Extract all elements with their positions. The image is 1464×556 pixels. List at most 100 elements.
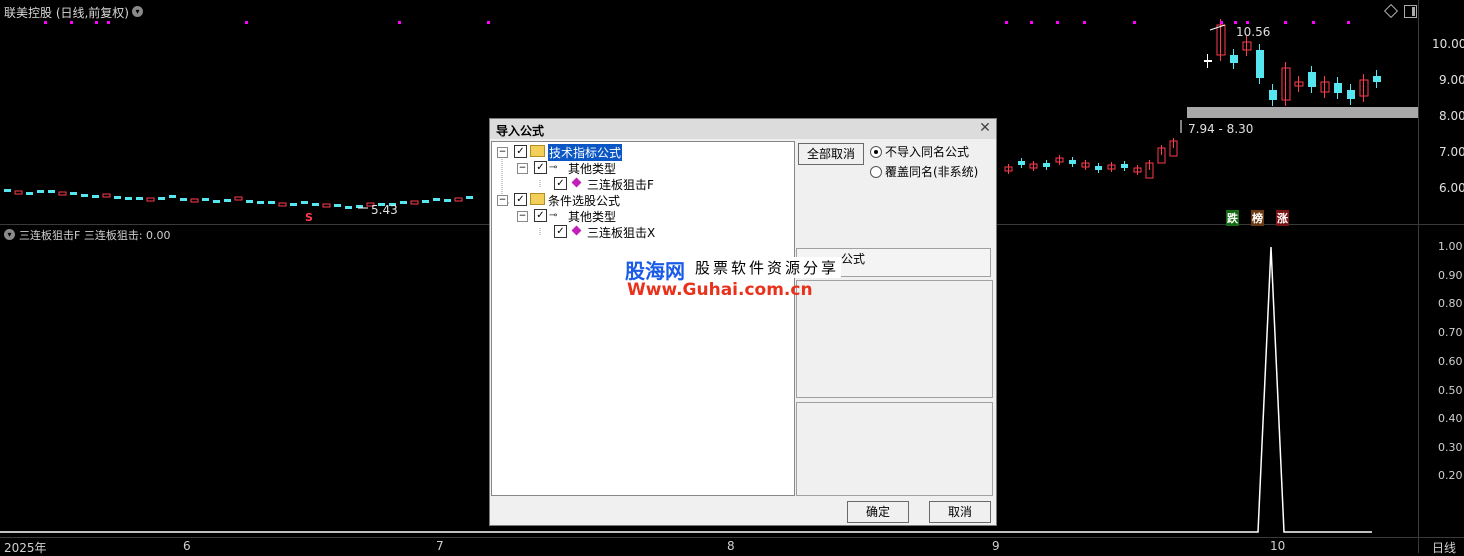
date-tick: 10 (1270, 539, 1286, 553)
checkbox-checked[interactable]: ✓ (534, 161, 547, 174)
radio-overwrite-label: 覆盖同名(非系统) (885, 165, 979, 179)
signal-marker: S (305, 211, 313, 224)
indicator-tick: 0.60 (1438, 355, 1463, 368)
candle (301, 201, 308, 204)
collapse-icon[interactable]: − (517, 163, 528, 174)
signal-dot (1246, 21, 1249, 24)
radio-dot (874, 150, 878, 154)
folder-icon (530, 145, 545, 157)
candle (454, 197, 463, 202)
tree-node-label: 技术指标公式 (548, 144, 623, 161)
candle (1230, 55, 1238, 63)
key-icon: ⊸ (549, 162, 558, 173)
tag-rise[interactable]: 涨 (1276, 210, 1289, 226)
signal-dot (487, 21, 490, 24)
signal-dot (1005, 21, 1008, 24)
tree-node-label: 三连板狙击F (587, 178, 654, 192)
candle (146, 197, 155, 202)
radio-skip-label: 不导入同名公式 (885, 145, 970, 159)
radio-skip-duplicate[interactable] (870, 146, 882, 158)
indicator-tick: 0.30 (1438, 441, 1463, 454)
collapse-icon[interactable]: − (497, 195, 508, 206)
watermark-slogan: 股票软件资源分享 (693, 257, 842, 278)
candle (81, 194, 88, 197)
radio-overwrite[interactable] (870, 166, 882, 178)
date-tick: 7 (436, 539, 444, 553)
candle (158, 197, 165, 200)
price-tick: 10.00 (1432, 37, 1464, 51)
signal-dot (1284, 21, 1287, 24)
candle (257, 201, 264, 204)
signal-dot (1312, 21, 1315, 24)
signal-dot (1347, 21, 1350, 24)
signal-dot (1030, 21, 1033, 24)
candle (322, 203, 331, 208)
candle (444, 199, 451, 202)
date-axis-line (0, 537, 1464, 538)
tree-node-label: 其他类型 (568, 210, 617, 224)
date-tick: 2025年 (4, 541, 47, 555)
close-icon[interactable]: ✕ (978, 121, 992, 135)
checkbox-checked[interactable]: ✓ (514, 145, 527, 158)
candle (290, 203, 297, 206)
candle (1308, 72, 1316, 87)
axis-divider (1418, 0, 1419, 553)
signal-dot (95, 21, 98, 24)
candle (48, 190, 55, 193)
candle (224, 199, 231, 202)
date-tick: 9 (992, 539, 1000, 553)
checkbox-checked[interactable]: ✓ (554, 225, 567, 238)
candle (1269, 90, 1277, 100)
candle (1204, 60, 1212, 62)
candle (1256, 50, 1264, 78)
checkbox-checked[interactable]: ✓ (514, 193, 527, 206)
signal-dot (44, 21, 47, 24)
price-range-bar (1187, 107, 1418, 118)
formula-desc-panel (796, 402, 993, 496)
tree-node-label: 其他类型 (568, 162, 617, 176)
formula-label: 公式 (841, 252, 866, 266)
price-tick: 7.00 (1439, 145, 1464, 159)
indicator-tick: 0.80 (1438, 297, 1463, 310)
date-tick: 6 (183, 539, 191, 553)
price-tick: 8.00 (1439, 109, 1464, 123)
candle (400, 201, 407, 204)
uncheck-all-button[interactable]: 全部取消 (798, 143, 864, 165)
tag-list[interactable]: 榜 (1251, 210, 1264, 226)
candle (58, 191, 67, 196)
collapse-icon[interactable]: − (517, 211, 528, 222)
ok-button[interactable]: 确定 (847, 501, 909, 523)
signal-dot (1220, 21, 1223, 24)
candle (278, 202, 287, 207)
candle (246, 200, 253, 203)
checkbox-checked[interactable]: ✓ (534, 209, 547, 222)
signal-dot (1234, 21, 1237, 24)
signal-dot (1133, 21, 1136, 24)
period-label[interactable]: 日线 (1432, 539, 1456, 556)
candle (202, 198, 209, 201)
candle (169, 195, 176, 198)
cancel-button[interactable]: 取消 (929, 501, 991, 523)
collapse-icon[interactable]: − (497, 147, 508, 158)
import-formula-dialog: 导入公式 ✕ − ✓ 技术指标公式 − ✓ ⊸ 其他类型 ✓ 三连板狙击F − … (489, 118, 997, 526)
indicator-tick: 0.90 (1438, 269, 1463, 282)
candle (180, 198, 187, 201)
candle (422, 200, 429, 203)
checkbox-checked[interactable]: ✓ (554, 177, 567, 190)
candle (1347, 90, 1355, 99)
price-tick: 6.00 (1439, 181, 1464, 195)
candle (1373, 76, 1381, 82)
candle (102, 193, 111, 198)
formula-tree[interactable]: − ✓ 技术指标公式 − ✓ ⊸ 其他类型 ✓ 三连板狙击F − ✓ 条件选股公… (491, 141, 795, 496)
signal-dot (107, 21, 110, 24)
signal-dot (398, 21, 401, 24)
candle (125, 197, 132, 200)
indicator-tick: 0.50 (1438, 384, 1463, 397)
candle (4, 189, 11, 192)
candle (1334, 83, 1342, 93)
high-price-label: 10.56 (1236, 25, 1271, 39)
candle (92, 195, 99, 198)
formula-info-panel (796, 280, 993, 398)
dialog-titlebar[interactable]: 导入公式 ✕ (490, 119, 996, 139)
tag-fall[interactable]: 跌 (1226, 210, 1239, 226)
